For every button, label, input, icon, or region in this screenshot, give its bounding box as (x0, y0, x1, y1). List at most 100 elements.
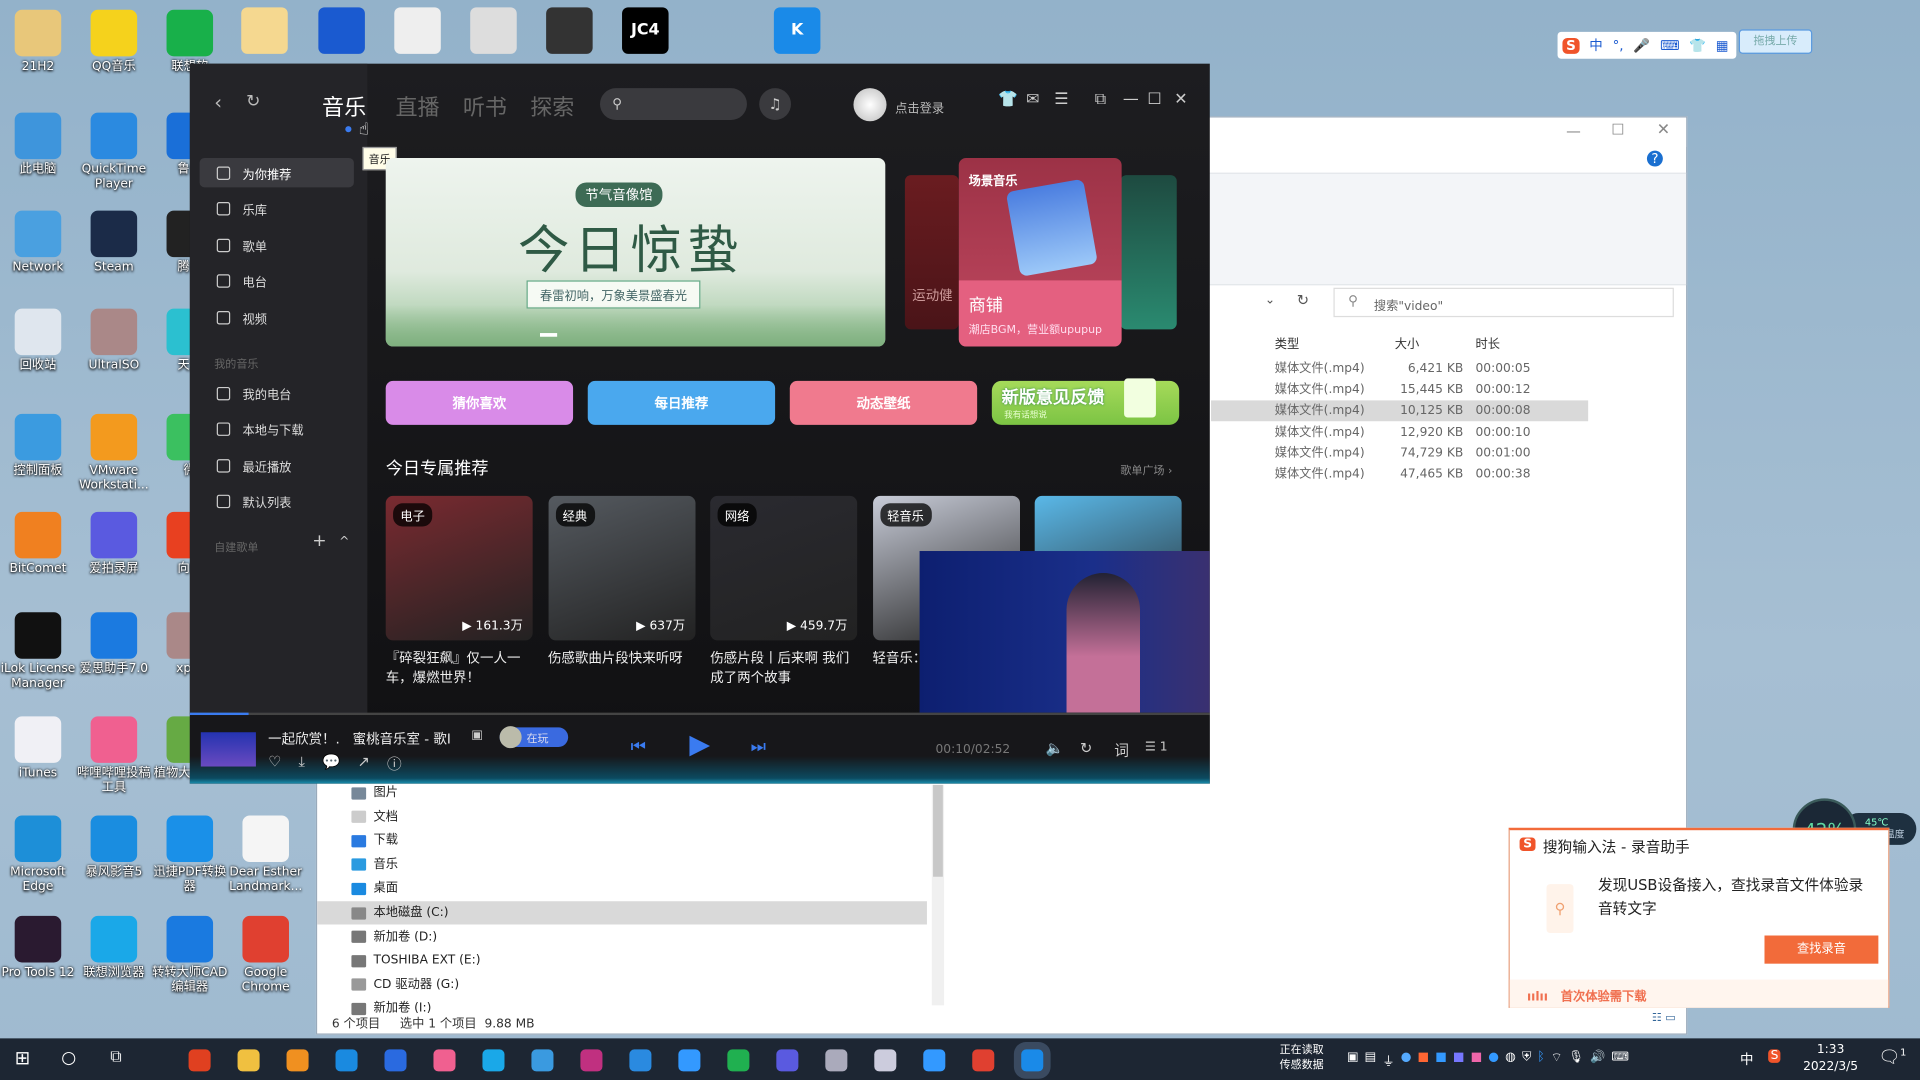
desktop-icon[interactable]: 联想浏览器 (76, 915, 152, 981)
nav-tree-item[interactable]: 文档 (351, 805, 927, 828)
taskbar-app-icon[interactable] (286, 1049, 309, 1072)
playlist-title[interactable]: 伤感片段丨后来啊 我们成了两个故事 (710, 649, 862, 688)
details-view-icon[interactable]: ☷ ▭ (1652, 1013, 1676, 1025)
taskbar-app-icon[interactable] (580, 1049, 603, 1072)
scene-music-card[interactable]: 场景音乐 商铺 潮店BGM，营业额upupup (958, 157, 1122, 347)
search-input[interactable]: ⚲ (600, 88, 747, 121)
tab-1[interactable]: 直播 (396, 91, 440, 123)
sidebar-item[interactable]: 本地与下载 (200, 414, 354, 443)
tab-2[interactable]: 听书 (463, 91, 507, 123)
notification-center-icon[interactable]: 🗨1 (1878, 1047, 1906, 1067)
comment-icon[interactable]: 💬 (322, 753, 340, 774)
desktop-icon[interactable]: K (773, 7, 821, 54)
taskbar-app-icon[interactable] (237, 1049, 260, 1072)
nav-tree-item[interactable]: 桌面 (351, 877, 927, 900)
popup-footer[interactable]: ıılıı 首次体验需下载 (1509, 979, 1889, 1008)
mail-icon[interactable]: ✉ (1026, 91, 1039, 109)
desktop-icon[interactable]: Microsoft Edge (0, 815, 76, 896)
windows-start-button[interactable]: ⊞ (15, 1047, 30, 1069)
sidebar-item[interactable]: 我的电台 (200, 378, 354, 407)
taskbar-app-icon[interactable] (727, 1049, 750, 1072)
tab-3[interactable]: 探索 (530, 91, 574, 123)
nav-tree-item[interactable]: CD 驱动器 (G:) (351, 973, 927, 996)
playlist-card[interactable]: 网络 ▶ 459.7万 (710, 495, 858, 641)
desktop-icon[interactable]: 21H2 (0, 9, 76, 75)
desktop-icon[interactable]: UltraISO (76, 308, 152, 374)
desktop-icon[interactable]: VMware Workstati... (76, 413, 152, 494)
taskbar-app-icon[interactable] (776, 1049, 799, 1072)
back-button[interactable]: ‹ (214, 91, 222, 114)
nav-tree-item[interactable]: 音乐 (351, 853, 927, 876)
keyboard-icon[interactable]: ⌨ (1660, 37, 1679, 53)
sogou-tray-icon[interactable]: S (1768, 1049, 1781, 1063)
sidebar-item[interactable]: 最近播放 (200, 451, 354, 480)
album-cover[interactable] (200, 732, 256, 767)
feedback-banner[interactable]: 新版意见反馈 我有话想说 (991, 378, 1180, 425)
playlist-title[interactable]: 『碎裂狂飙』仅一人一车，爆燃世界！ (386, 649, 538, 688)
system-tray[interactable]: ▣ ▤ ⏚ ● ■ ■ ■ ■ ● ◍ ⛨ ᛒ ⌔ 🎙 🔊 ⌨ (1347, 1051, 1629, 1069)
desktop-icon[interactable]: 转转大师CAD编辑器 (152, 915, 228, 996)
taskbar-app-icon[interactable] (678, 1049, 701, 1072)
taskbar-app-icon[interactable] (1021, 1049, 1044, 1072)
playlist-card[interactable]: 经典 ▶ 637万 (547, 495, 695, 641)
playlist-title[interactable]: 伤感歌曲片段快来听呀 (548, 649, 700, 669)
file-row[interactable]: 媒体文件(.mp4) 12,920 KB 00:00:10 (1211, 422, 1588, 443)
desktop-icon[interactable]: QQ音乐 (76, 9, 152, 75)
desktop-icon[interactable]: 回收站 (0, 308, 76, 374)
taskbar-app-icon[interactable] (482, 1049, 505, 1072)
volume-icon[interactable]: 🔈 (1046, 740, 1064, 757)
desktop-icon[interactable]: Steam (76, 210, 152, 276)
minimize-button[interactable]: — (1566, 122, 1581, 139)
desktop-icon[interactable] (241, 7, 288, 54)
skin-icon[interactable]: 👕 (998, 91, 1018, 109)
drag-upload-button[interactable]: 拖拽上传 (1738, 29, 1813, 54)
find-recording-button[interactable]: 查找录音 (1764, 935, 1879, 964)
desktop-icon[interactable] (394, 7, 441, 54)
desktop-icon[interactable]: Network (0, 210, 76, 276)
taskbar-app-icon[interactable] (188, 1049, 211, 1072)
desktop-icon[interactable]: iTunes (0, 716, 76, 781)
search-button[interactable]: ○ (61, 1048, 76, 1068)
toolbox-icon[interactable]: ▦ (1716, 37, 1729, 53)
maximize-button[interactable]: ☐ (1147, 91, 1161, 109)
nav-tree-item[interactable]: 本地磁盘 (C:) (317, 901, 927, 925)
play-button[interactable]: ▶ (689, 730, 710, 761)
voice-search-icon[interactable]: ♫ (759, 88, 792, 121)
quick-entry-button[interactable]: 每日推荐 (587, 380, 776, 425)
file-row[interactable]: 媒体文件(.mp4) 15,445 KB 00:00:12 (1211, 380, 1588, 401)
next-button[interactable]: ⏭ (751, 737, 766, 757)
taskbar-app-icon[interactable] (384, 1049, 407, 1072)
desktop-icon[interactable]: Google Chrome (228, 915, 304, 996)
desktop-icon[interactable]: QuickTime Player (76, 112, 152, 193)
maximize-button[interactable]: ☐ (1611, 121, 1624, 138)
scrollbar[interactable] (931, 784, 945, 1006)
mv-icon[interactable]: ▣ (471, 729, 483, 742)
nav-tree-item[interactable]: TOSHIBA EXT (E:) (351, 949, 927, 972)
previous-button[interactable]: ⏮ (631, 737, 646, 757)
desktop-icon[interactable]: 爱拍录屏 (76, 511, 152, 577)
desktop-icon[interactable]: 此电脑 (0, 112, 76, 178)
tab-0[interactable]: 音乐 (322, 91, 366, 123)
repeat-icon[interactable]: ↻ (1080, 740, 1092, 757)
nav-tree-item[interactable]: 下载 (351, 829, 927, 852)
desktop-icon[interactable]: BitComet (0, 511, 76, 577)
taskbar-app-icon[interactable] (433, 1049, 456, 1072)
punctuation-toggle[interactable]: °, (1613, 37, 1624, 53)
desktop-icon[interactable] (470, 7, 517, 54)
like-icon[interactable]: ♡ (268, 753, 281, 774)
sidebar-item[interactable]: 为你推荐 (199, 157, 354, 188)
nav-tree-item[interactable]: 新加卷 (D:) (351, 925, 927, 948)
clock[interactable]: 1:33 2022/3/5 (1800, 1042, 1861, 1076)
ime-mode-toggle[interactable]: 中 (1589, 36, 1602, 56)
desktop-icon[interactable]: iLok License Manager (0, 612, 76, 692)
song-title[interactable]: 一起欣赏！. 蜜桃音乐室 - 歌I (268, 729, 451, 749)
desktop-icon[interactable]: 哔哩哔哩投稿工具 (76, 716, 152, 796)
column-size[interactable]: 大小 (1395, 333, 1419, 351)
lyrics-button[interactable]: 词 (1114, 740, 1129, 761)
artist-name[interactable]: 蜜桃音乐室 - 歌I (353, 731, 451, 747)
desktop-icon[interactable]: Pro Tools 12 (0, 915, 76, 981)
file-row[interactable]: 媒体文件(.mp4) 47,465 KB 00:00:38 (1211, 464, 1588, 485)
playlist-card[interactable]: 电子 ▶ 161.3万 (385, 495, 533, 641)
desktop-icon[interactable]: 迅捷PDF转换器 (152, 815, 228, 896)
sidebar-item[interactable]: 视频 (200, 302, 354, 331)
